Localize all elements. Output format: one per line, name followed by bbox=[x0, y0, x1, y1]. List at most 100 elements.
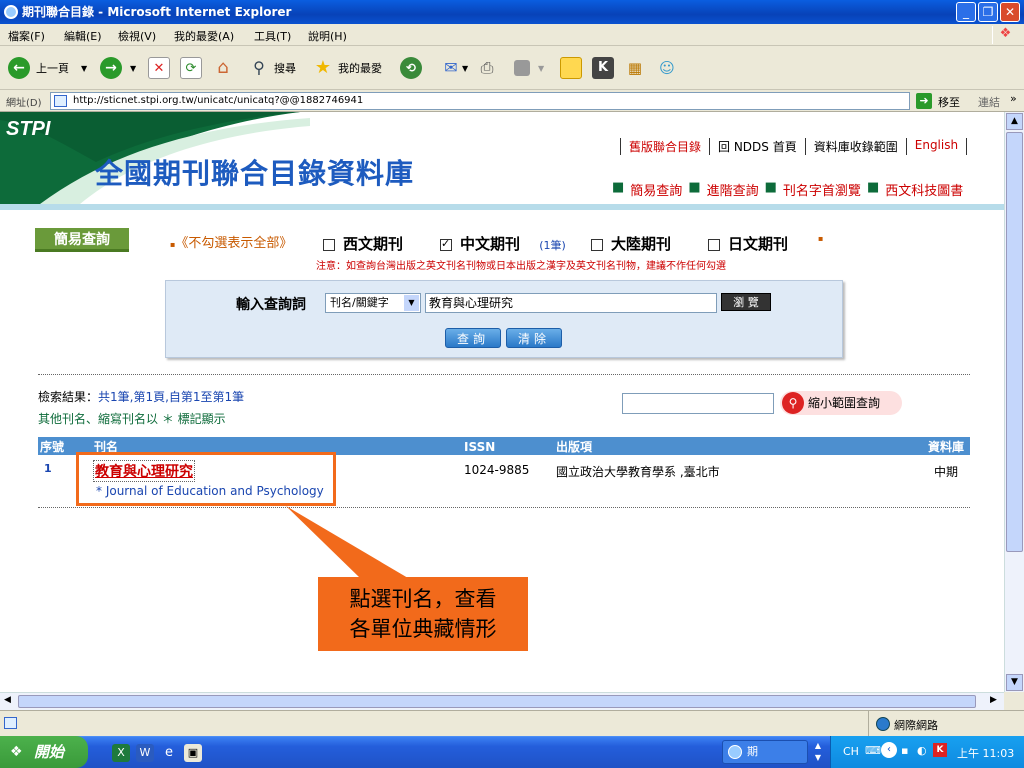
history-icon: ⟲ bbox=[400, 57, 422, 79]
nav-advanced-search[interactable]: 進階查詢 bbox=[707, 180, 759, 199]
minimize-button[interactable]: _ bbox=[956, 2, 976, 22]
messenger-icon: ☺ bbox=[659, 59, 675, 77]
results-summary-text: 共1筆,第1頁,自第1至第1筆 bbox=[98, 390, 245, 404]
nav-title-browse[interactable]: 刊名字首瀏覽 bbox=[783, 180, 861, 199]
favorites-label: 我的最愛 bbox=[338, 62, 382, 75]
printer-icon: ⎙ bbox=[480, 58, 494, 77]
query-type-select[interactable]: 刊名/關鍵字 ▼ bbox=[325, 293, 421, 313]
link-old-catalog[interactable]: 舊版聯合目錄 bbox=[620, 138, 709, 155]
messenger-button[interactable]: ☺ bbox=[656, 56, 678, 80]
checkbox-japanese[interactable] bbox=[708, 238, 720, 251]
header-publisher: 出版項 bbox=[556, 440, 593, 454]
restore-button[interactable]: ❐ bbox=[978, 2, 998, 22]
clock: 上午 11:03 bbox=[957, 747, 1015, 760]
edit-button[interactable]: ▼ bbox=[514, 56, 544, 80]
row-issn: 1024-9885 bbox=[464, 463, 530, 477]
vertical-scrollbar[interactable]: ▲ ▼ bbox=[1004, 112, 1024, 692]
link-ndds-home[interactable]: 回 NDDS 首頁 bbox=[709, 138, 805, 155]
home-button[interactable]: ⌂ bbox=[212, 56, 234, 80]
menu-tools[interactable]: 工具(T) bbox=[254, 28, 291, 44]
keyboard-icon[interactable]: ⌨ bbox=[865, 744, 881, 757]
scroll-up-icon[interactable]: ▲ bbox=[1006, 113, 1023, 130]
scroll-down-icon[interactable]: ▼ bbox=[1006, 674, 1023, 691]
option-western[interactable]: 西文期刊 bbox=[323, 233, 403, 254]
query-input[interactable]: 教育與心理研究 bbox=[425, 293, 717, 313]
mail-icon: ✉ bbox=[444, 58, 458, 77]
favorites-button[interactable]: ★ 我的最愛 bbox=[312, 56, 382, 80]
back-arrow-icon: ← bbox=[8, 57, 30, 79]
start-label: 開始 bbox=[34, 743, 65, 761]
volume-icon[interactable]: ◐ bbox=[917, 744, 927, 757]
menu-view[interactable]: 檢視(V) bbox=[118, 28, 156, 44]
narrow-search-input[interactable] bbox=[622, 393, 774, 414]
chevron-left-icon[interactable]: ‹ bbox=[881, 742, 897, 758]
discuss-button[interactable] bbox=[560, 56, 582, 80]
ie-icon bbox=[728, 745, 742, 759]
hscroll-thumb[interactable] bbox=[18, 695, 976, 708]
excel-icon[interactable]: X bbox=[112, 744, 130, 762]
chevron-icon[interactable]: » bbox=[1010, 92, 1017, 105]
taskbar-item-label: 期 bbox=[747, 745, 758, 758]
windows-flag-icon: ❖ bbox=[10, 744, 23, 760]
page-content: STPI 全國期刊聯合目錄資料庫 舊版聯合目錄 回 NDDS 首頁 資料庫收錄範… bbox=[0, 112, 1004, 692]
refresh-button[interactable]: ⟳ bbox=[180, 56, 202, 80]
scroll-left-icon[interactable]: ◀ bbox=[4, 695, 11, 705]
option-japanese[interactable]: 日文期刊 bbox=[708, 233, 788, 254]
horizontal-scrollbar[interactable]: ◀ ▶ bbox=[0, 692, 1004, 710]
stop-button[interactable]: ✕ bbox=[148, 56, 170, 80]
browse-button[interactable]: 瀏 覽 bbox=[721, 293, 771, 311]
results-summary-label: 檢索結果： bbox=[38, 390, 99, 404]
media-button[interactable]: ▦ bbox=[624, 56, 646, 80]
ie-icon[interactable]: e bbox=[160, 744, 178, 762]
option-mainland[interactable]: 大陸期刊 bbox=[591, 233, 671, 254]
results-summary: 檢索結果：共1筆,第1頁,自第1至第1筆 bbox=[38, 388, 244, 405]
nav-western-books[interactable]: 西文科技圖書 bbox=[885, 180, 963, 199]
clear-button[interactable]: 清除 bbox=[506, 328, 562, 348]
site-logo[interactable]: STPI bbox=[6, 118, 50, 141]
link-english[interactable]: English bbox=[905, 138, 968, 155]
checkbox-mainland[interactable] bbox=[591, 238, 603, 251]
option-chinese[interactable]: 中文期刊 (1筆) bbox=[440, 233, 566, 254]
narrow-search-button[interactable]: ⚲ 縮小範圍查詢 bbox=[780, 391, 902, 415]
link-coverage[interactable]: 資料庫收錄範圍 bbox=[804, 138, 906, 155]
mail-button[interactable]: ✉ ▼ bbox=[440, 56, 468, 80]
taskbar-item-ie[interactable]: 期 bbox=[722, 740, 808, 764]
checkbox-western[interactable] bbox=[323, 238, 335, 251]
search-icon: ⚲ bbox=[782, 392, 804, 414]
start-button[interactable]: ❖ 開始 bbox=[0, 736, 88, 768]
tab-simple-search[interactable]: 簡易查詢 bbox=[35, 228, 129, 252]
row-no: 1 bbox=[44, 462, 52, 475]
search-button[interactable]: ⚲ 搜尋 bbox=[248, 56, 296, 80]
callout-box: 點選刊名，查看 各單位典藏情形 bbox=[318, 577, 528, 651]
close-button[interactable]: ✕ bbox=[1000, 2, 1020, 22]
quick-launch: X W e ▣ bbox=[112, 744, 202, 762]
history-button[interactable]: ⟲ bbox=[400, 56, 422, 80]
back-button[interactable]: ← 上一頁 ▼ bbox=[8, 56, 87, 80]
back-label: 上一頁 bbox=[36, 62, 69, 75]
go-arrow-icon[interactable]: ➜ bbox=[916, 93, 932, 109]
submit-button[interactable]: 查詢 bbox=[445, 328, 501, 348]
word-icon[interactable]: W bbox=[136, 744, 154, 762]
menu-file[interactable]: 檔案(F) bbox=[8, 28, 45, 44]
checkbox-chinese[interactable] bbox=[440, 237, 452, 251]
note-icon bbox=[560, 57, 582, 79]
desktop-icon[interactable]: ▣ bbox=[184, 744, 202, 762]
menu-edit[interactable]: 編輯(E) bbox=[64, 28, 102, 44]
links-label[interactable]: 連結 bbox=[978, 94, 1000, 110]
taskbar-scroll-icon[interactable]: ▲ ▼ bbox=[810, 740, 826, 764]
scroll-thumb[interactable] bbox=[1006, 132, 1023, 552]
go-button[interactable]: 移至 bbox=[938, 94, 960, 110]
nav-simple-search[interactable]: 簡易查詢 bbox=[630, 180, 682, 199]
network-icon[interactable]: ▪ bbox=[901, 744, 908, 757]
menu-help[interactable]: 說明(H) bbox=[308, 28, 347, 44]
scroll-right-icon[interactable]: ▶ bbox=[990, 695, 997, 705]
print-button[interactable]: ⎙ bbox=[476, 56, 498, 80]
address-input[interactable]: http://sticnet.stpi.org.tw/unicatc/unica… bbox=[50, 92, 910, 110]
chinese-count: (1筆) bbox=[539, 239, 566, 252]
menu-favorites[interactable]: 我的最愛(A) bbox=[174, 28, 234, 44]
nav-links: ■ 簡易查詢 ■ 進階查詢 ■ 刊名字首瀏覽 ■ 西文科技圖書 bbox=[612, 180, 963, 199]
research-button[interactable]: K bbox=[592, 56, 614, 80]
antivirus-icon[interactable]: K bbox=[933, 743, 947, 757]
forward-button[interactable]: → ▼ bbox=[100, 56, 136, 80]
language-indicator[interactable]: CH bbox=[843, 745, 859, 758]
